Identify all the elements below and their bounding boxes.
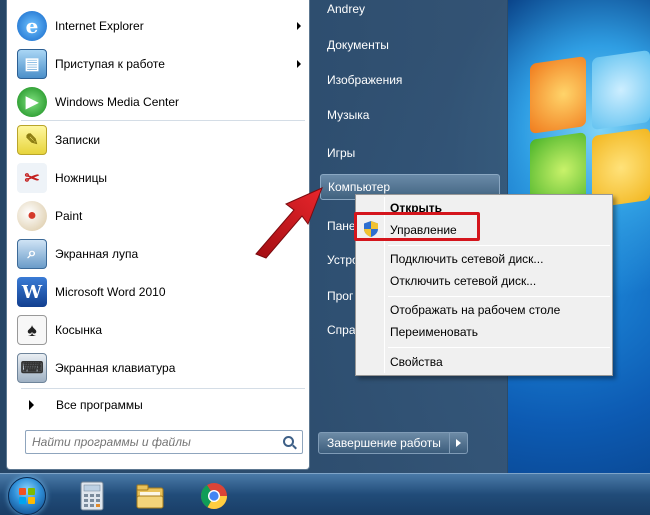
start-orb-icon[interactable] (8, 477, 46, 515)
scissors-icon: ✂ (17, 163, 47, 193)
keyboard-icon: ⌨ (17, 353, 47, 383)
paint-icon: ● (17, 201, 47, 231)
program-item-getting-started[interactable]: ▤ Приступая к работе (11, 46, 307, 82)
windows-logo-icon (19, 488, 35, 504)
submenu-arrow-icon (297, 60, 301, 68)
all-programs-label: Все программы (56, 398, 143, 412)
internet-explorer-icon: e (17, 11, 47, 41)
program-item-keyboard[interactable]: ⌨ Экранная клавиатура (11, 350, 307, 386)
taskbar (0, 473, 650, 515)
right-item-documents[interactable]: Документы (320, 30, 500, 60)
sticky-notes-icon: ✎ (17, 125, 47, 155)
search-box[interactable] (25, 430, 303, 454)
menu-item-show-on-desktop[interactable]: Отображать на рабочем столе (390, 299, 560, 321)
shutdown-button[interactable]: Завершение работы (318, 432, 450, 454)
chrome-icon[interactable] (198, 480, 230, 512)
explorer-folder-icon[interactable] (134, 480, 166, 512)
program-item-sticky-notes[interactable]: ✎ Записки (11, 122, 307, 158)
menu-item-rename[interactable]: Переименовать (390, 321, 478, 343)
highlight-frame (354, 212, 480, 241)
right-item-pictures[interactable]: Изображения (320, 65, 500, 95)
annotation-arrow (255, 187, 323, 259)
menu-separator (388, 245, 610, 246)
shutdown-options-button[interactable] (449, 432, 468, 454)
media-center-icon: ▶ (17, 87, 47, 117)
solitaire-icon: ♠ (17, 315, 47, 345)
shutdown-control: Завершение работы (318, 432, 468, 454)
right-item-games[interactable]: Игры (320, 138, 500, 168)
calculator-icon[interactable] (76, 480, 108, 512)
program-item-solitaire[interactable]: ♠ Косынка (11, 312, 307, 348)
program-item-word[interactable]: W Microsoft Word 2010 (11, 274, 307, 310)
menu-item-properties[interactable]: Свойства (390, 351, 443, 373)
right-item-music[interactable]: Музыка (320, 100, 500, 130)
separator (21, 120, 305, 121)
submenu-arrow-icon (297, 22, 301, 30)
all-programs-button[interactable]: Все программы (19, 394, 309, 416)
menu-item-map-network-drive[interactable]: Подключить сетевой диск... (390, 248, 543, 270)
menu-separator (388, 296, 610, 297)
menu-item-disconnect-network-drive[interactable]: Отключить сетевой диск... (390, 270, 536, 292)
program-item-media-center[interactable]: ▶ Windows Media Center (11, 84, 307, 120)
magnifier-icon: ⌕ (17, 239, 47, 269)
separator (21, 388, 305, 389)
menu-separator (388, 347, 610, 348)
right-item-user[interactable]: Andrey (320, 0, 500, 24)
program-item-internet-explorer[interactable]: e Internet Explorer (11, 8, 307, 44)
triangle-right-icon (29, 400, 34, 410)
getting-started-icon: ▤ (17, 49, 47, 79)
word-icon: W (17, 277, 47, 307)
search-input[interactable] (32, 432, 272, 452)
search-icon[interactable] (283, 436, 294, 447)
